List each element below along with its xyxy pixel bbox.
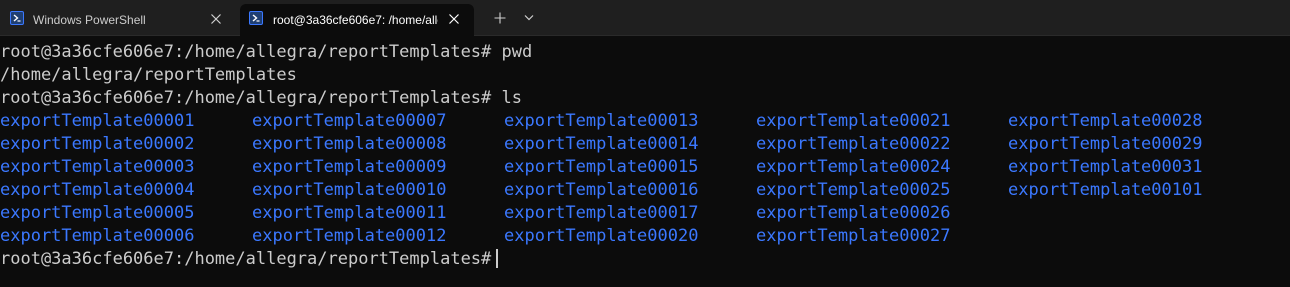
- list-item: exportTemplate00003: [0, 157, 195, 177]
- list-item: exportTemplate00027: [756, 226, 951, 246]
- list-item: exportTemplate00011: [252, 203, 447, 223]
- command-line-pwd: root@3a36cfe606e7:/home/allegra/reportTe…: [0, 42, 533, 62]
- terminal-window: Windows PowerShell root@3a36cfe606e7: /h…: [0, 0, 1290, 287]
- list-item: exportTemplate00009: [252, 157, 447, 177]
- list-item: exportTemplate00025: [756, 180, 951, 200]
- tab-windows-powershell[interactable]: Windows PowerShell: [0, 4, 236, 36]
- list-item: exportTemplate00014: [504, 134, 699, 154]
- list-item: exportTemplate00024: [756, 157, 951, 177]
- list-item: exportTemplate00013: [504, 111, 699, 131]
- directory-listing: exportTemplate00001 exportTemplate00007 …: [0, 110, 1290, 248]
- list-item: [1008, 202, 1260, 225]
- list-item: exportTemplate00031: [1008, 157, 1203, 177]
- list-item: exportTemplate00016: [504, 180, 699, 200]
- output-line-path: /home/allegra/reportTemplates: [0, 65, 297, 85]
- list-item: exportTemplate00029: [1008, 134, 1203, 154]
- tab-bar: Windows PowerShell root@3a36cfe606e7: /h…: [0, 0, 1290, 36]
- plus-icon[interactable]: [490, 9, 510, 27]
- list-item: [1008, 225, 1260, 248]
- prompt-line[interactable]: root@3a36cfe606e7:/home/allegra/reportTe…: [0, 248, 1290, 271]
- list-item: exportTemplate00101: [1008, 180, 1203, 200]
- powershell-icon: [10, 11, 24, 25]
- list-item: exportTemplate00002: [0, 134, 195, 154]
- close-icon[interactable]: [208, 11, 224, 27]
- tab-title: root@3a36cfe606e7: /home/allegra/reportT…: [273, 13, 438, 27]
- list-item: exportTemplate00012: [252, 226, 447, 246]
- prompt-text: root@3a36cfe606e7:/home/allegra/reportTe…: [0, 249, 492, 269]
- list-item: exportTemplate00006: [0, 226, 195, 246]
- list-item: exportTemplate00004: [0, 180, 195, 200]
- list-item: exportTemplate00020: [504, 226, 699, 246]
- list-item: exportTemplate00010: [252, 180, 447, 200]
- tab-root-shell[interactable]: root@3a36cfe606e7: /home/allegra/reportT…: [240, 4, 474, 36]
- list-item: exportTemplate00022: [756, 134, 951, 154]
- list-item: exportTemplate00015: [504, 157, 699, 177]
- list-item: exportTemplate00007: [252, 111, 447, 131]
- list-item: exportTemplate00021: [756, 111, 951, 131]
- command-line-ls: root@3a36cfe606e7:/home/allegra/reportTe…: [0, 88, 522, 108]
- close-icon[interactable]: [446, 11, 462, 27]
- chevron-down-icon[interactable]: [521, 10, 537, 26]
- list-item: exportTemplate00028: [1008, 111, 1203, 131]
- tab-title: Windows PowerShell: [33, 13, 146, 27]
- list-item: exportTemplate00017: [504, 203, 699, 223]
- list-item: exportTemplate00026: [756, 203, 951, 223]
- list-item: exportTemplate00008: [252, 134, 447, 154]
- list-item: exportTemplate00001: [0, 111, 195, 131]
- list-item: exportTemplate00005: [0, 203, 195, 223]
- powershell-icon: [249, 11, 263, 25]
- terminal-output[interactable]: root@3a36cfe606e7:/home/allegra/reportTe…: [0, 41, 1290, 287]
- text-cursor: [496, 249, 499, 268]
